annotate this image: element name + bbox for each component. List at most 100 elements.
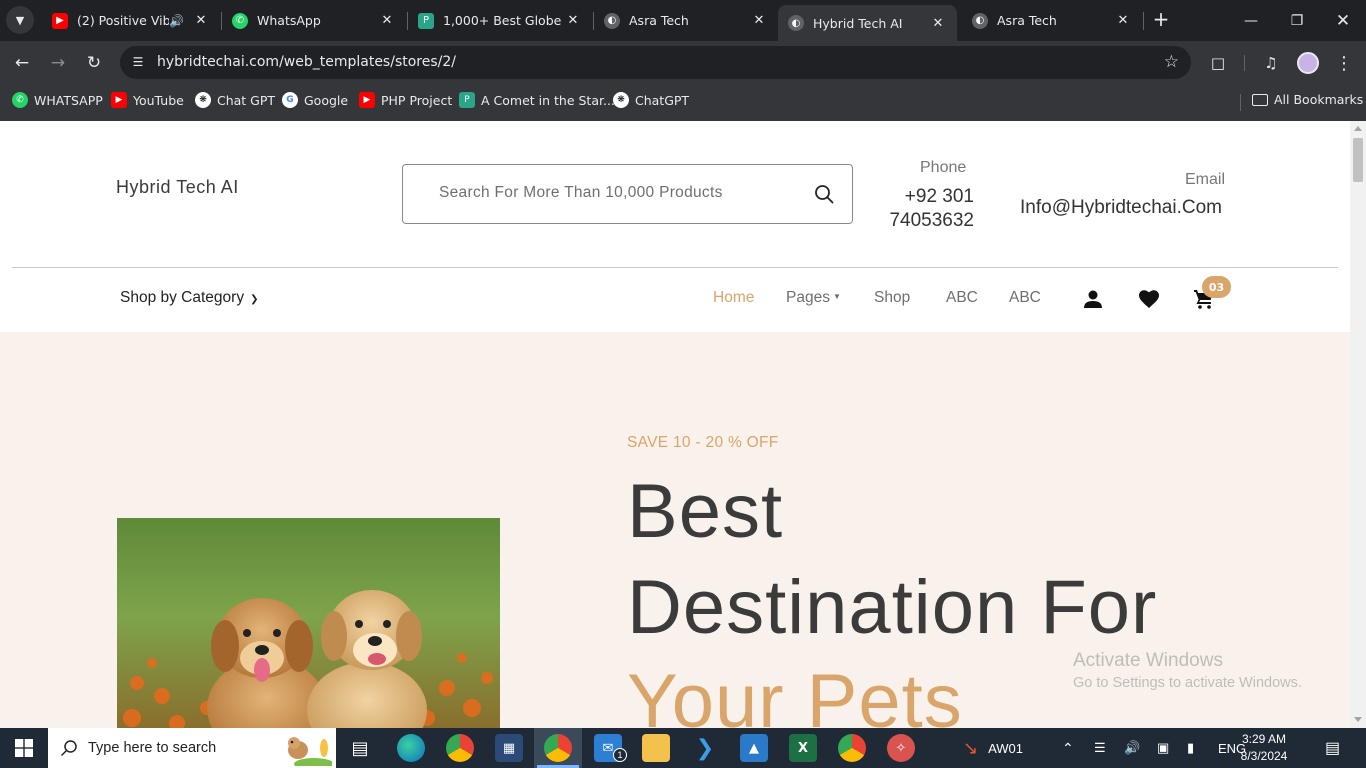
web-page: Hybrid Tech AI Search For More Than 10,0… bbox=[0, 121, 1350, 728]
chart-down-icon: ↘ bbox=[963, 737, 979, 758]
browser-toolbar: ← → ↻ ☰ hybridtechai.com/web_templates/s… bbox=[0, 41, 1366, 84]
close-icon[interactable]: ✕ bbox=[1114, 12, 1132, 30]
hero-heading-line-2: Destination For bbox=[627, 565, 1158, 650]
search-icon[interactable] bbox=[814, 184, 834, 204]
nav-shop[interactable]: Shop bbox=[874, 289, 910, 307]
media-control-icon[interactable]: ♫ bbox=[1260, 52, 1282, 74]
page-scrollbar[interactable] bbox=[1350, 121, 1366, 728]
stock-widget[interactable]: ↘ AW01 bbox=[963, 728, 1023, 768]
menu-kebab-icon[interactable]: ⋮ bbox=[1333, 52, 1355, 74]
chevron-down-icon: ❯ bbox=[250, 294, 259, 305]
activate-windows-watermark: Activate Windows Go to Settings to activ… bbox=[1073, 650, 1302, 691]
tab-asra-tech[interactable]: ◐ Asra Tech ✕ bbox=[594, 0, 778, 41]
edge-icon[interactable] bbox=[397, 734, 425, 762]
phone-label: Phone bbox=[920, 159, 967, 176]
shop-by-category-dropdown[interactable]: Shop by Category ❯ bbox=[120, 289, 258, 307]
globe-icon: ◐ bbox=[604, 12, 620, 29]
tab-whatsapp[interactable]: ✆ WhatsApp ✕ bbox=[222, 0, 406, 41]
bookmark-chat-gpt[interactable]: ❋ Chat GPT bbox=[195, 92, 275, 108]
bookmark-php-project[interactable]: ▶ PHP Project bbox=[359, 92, 452, 108]
chevron-up-icon[interactable]: ⌃ bbox=[1062, 728, 1074, 768]
close-icon[interactable]: ✕ bbox=[192, 12, 210, 30]
nav-pages[interactable]: Pages ▼ bbox=[786, 289, 841, 307]
youtube-icon: ▶ bbox=[359, 92, 375, 108]
globe-icon: ◐ bbox=[972, 12, 988, 29]
back-button[interactable]: ← bbox=[9, 50, 35, 76]
whatsapp-icon: ✆ bbox=[12, 92, 28, 108]
task-view-icon[interactable]: ▤ bbox=[346, 734, 374, 762]
meet-icon[interactable]: ▣ bbox=[1157, 728, 1169, 768]
tab-positive-vibes[interactable]: ▶ (2) Positive Vibes 🔊 ✕ bbox=[42, 0, 220, 41]
tab-globe-photos[interactable]: P 1,000+ Best Globe Ph ✕ bbox=[408, 0, 592, 41]
pixabay-icon: P bbox=[418, 12, 434, 29]
bookmarks-bar: ✆ WHATSAPP ▶ YouTube ❋ Chat GPT G Google… bbox=[0, 84, 1366, 121]
product-search-input[interactable]: Search For More Than 10,000 Products bbox=[402, 164, 853, 224]
bookmark-comet[interactable]: P A Comet in the Star... bbox=[459, 92, 615, 108]
site-info-icon[interactable]: ☰ bbox=[130, 54, 146, 70]
globe-icon: ◐ bbox=[788, 15, 804, 31]
pixabay-icon: P bbox=[459, 92, 475, 108]
windows-start-button[interactable] bbox=[0, 728, 48, 768]
hero-tagline: SAVE 10 - 20 % OFF bbox=[627, 434, 779, 451]
close-icon[interactable]: ✕ bbox=[564, 12, 582, 30]
store-icon[interactable]: ▦ bbox=[495, 734, 523, 762]
reload-button[interactable]: ↻ bbox=[81, 50, 107, 76]
chrome-icon[interactable] bbox=[544, 734, 572, 762]
header-divider bbox=[12, 267, 1338, 268]
bookmark-chatgpt[interactable]: ❋ ChatGPT bbox=[613, 92, 689, 108]
search-highlight-art bbox=[288, 737, 332, 766]
scroll-down-arrow[interactable] bbox=[1354, 717, 1362, 722]
forward-button[interactable]: → bbox=[45, 50, 71, 76]
nav-abc-2[interactable]: ABC bbox=[1009, 289, 1041, 307]
bookmark-whatsapp[interactable]: ✆ WHATSAPP bbox=[12, 92, 103, 108]
caret-down-icon: ▼ bbox=[832, 292, 841, 301]
tab-asra-tech-2[interactable]: ◐ Asra Tech ✕ bbox=[962, 0, 1142, 41]
puppies-image bbox=[117, 518, 500, 728]
email-address[interactable]: Info@Hybridtechai.Com bbox=[1020, 197, 1222, 219]
mail-badge: 1 bbox=[613, 748, 627, 762]
system-clock[interactable]: 3:29 AM 8/3/2024 bbox=[1229, 731, 1299, 765]
nav-abc-1[interactable]: ABC bbox=[946, 289, 978, 307]
battery-icon[interactable]: ▮ bbox=[1187, 728, 1194, 768]
address-bar[interactable]: ☰ hybridtechai.com/web_templates/stores/… bbox=[120, 46, 1191, 79]
close-icon[interactable]: ✕ bbox=[929, 14, 947, 32]
taskbar-search-input[interactable]: Type here to search bbox=[48, 728, 336, 768]
scroll-thumb[interactable] bbox=[1353, 138, 1363, 182]
windows-taskbar: Type here to search ▤ ▦ ✉ 1 ❯ ▲ X ✧ ↘ AW… bbox=[0, 728, 1366, 768]
nav-home[interactable]: Home bbox=[713, 289, 754, 307]
chatgpt-icon: ❋ bbox=[195, 92, 211, 108]
heart-icon[interactable] bbox=[1137, 287, 1161, 311]
minimize-button[interactable]: — bbox=[1228, 0, 1274, 41]
close-window-button[interactable]: ✕ bbox=[1320, 0, 1366, 41]
chrome-profile-icon[interactable] bbox=[446, 734, 474, 762]
bookmark-google[interactable]: G Google bbox=[282, 92, 348, 108]
all-bookmarks[interactable]: All Bookmarks bbox=[1252, 92, 1363, 107]
bookmark-star-icon[interactable]: ☆ bbox=[1164, 52, 1179, 72]
file-explorer-icon[interactable] bbox=[642, 734, 670, 762]
vscode-icon[interactable]: ❯ bbox=[691, 734, 719, 762]
notifications-icon[interactable]: ▤ bbox=[1325, 728, 1340, 768]
speaker-icon[interactable]: 🔊 bbox=[169, 14, 184, 28]
excel-icon[interactable]: X bbox=[789, 734, 817, 762]
tab-search-button[interactable]: ▼ bbox=[6, 6, 34, 34]
extensions-icon[interactable]: □ bbox=[1207, 52, 1229, 74]
phone-number[interactable]: +92 301 74053632 bbox=[873, 185, 974, 233]
volume-icon[interactable]: 🔊 bbox=[1124, 728, 1140, 768]
photos-icon[interactable]: ▲ bbox=[740, 734, 768, 762]
chrome-profile-2-icon[interactable] bbox=[838, 734, 866, 762]
wifi-icon[interactable]: ☰ bbox=[1094, 728, 1106, 768]
bookmark-youtube[interactable]: ▶ YouTube bbox=[111, 92, 184, 108]
whatsapp-icon: ✆ bbox=[232, 12, 248, 29]
tab-hybrid-tech-ai[interactable]: ◐ Hybrid Tech AI ✕ bbox=[778, 5, 957, 41]
close-icon[interactable]: ✕ bbox=[750, 12, 768, 30]
cart-count-badge: 03 bbox=[1202, 276, 1231, 298]
close-icon[interactable]: ✕ bbox=[378, 12, 396, 30]
scroll-up-arrow[interactable] bbox=[1354, 126, 1362, 131]
new-tab-button[interactable]: + bbox=[1150, 7, 1172, 31]
profile-avatar[interactable] bbox=[1297, 52, 1319, 74]
site-logo[interactable]: Hybrid Tech AI bbox=[116, 177, 239, 198]
snipping-tool-icon[interactable]: ✧ bbox=[887, 734, 915, 762]
restore-button[interactable]: ❐ bbox=[1274, 0, 1320, 41]
user-icon[interactable] bbox=[1081, 287, 1105, 311]
hero-heading-line-3: Your Pets bbox=[627, 659, 963, 728]
